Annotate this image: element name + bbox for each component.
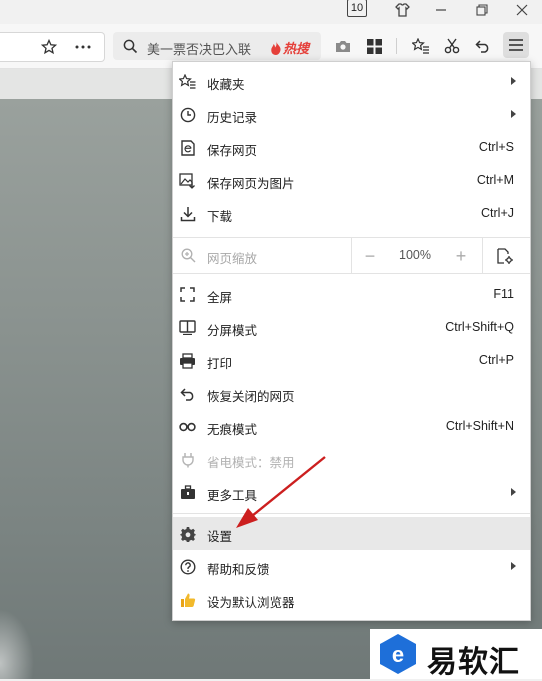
watermark-logo: e 易软汇 bbox=[370, 629, 542, 679]
svg-text:e: e bbox=[392, 642, 404, 667]
annotation-arrow bbox=[236, 456, 326, 528]
logo-hexagon-icon: e bbox=[380, 634, 416, 674]
watermark-text: 易软汇 bbox=[427, 646, 520, 679]
